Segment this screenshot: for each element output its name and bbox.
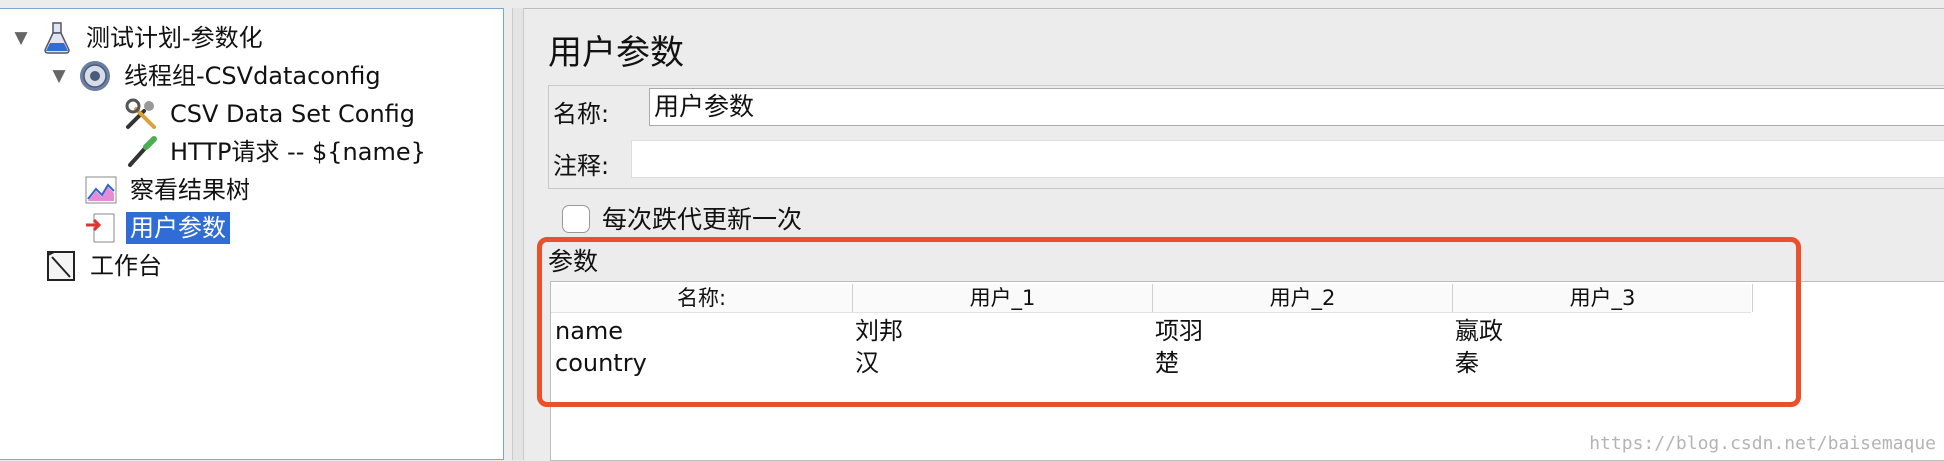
page-title: 用户参数 xyxy=(548,33,684,73)
params-table-header: 名称: 用户_1 用户_2 用户_3 xyxy=(551,284,1753,313)
split-pane-divider[interactable] xyxy=(512,8,524,460)
table-cell[interactable]: 楚 xyxy=(1155,348,1179,378)
table-cell[interactable]: 嬴政 xyxy=(1455,316,1503,346)
table-cell[interactable]: 秦 xyxy=(1455,348,1479,378)
tree-node-label-selected: 用户参数 xyxy=(126,212,230,244)
test-plan-tree[interactable]: ▼ 测试计划-参数化 ▼ 线程组-CSVdataconfig CSV Data … xyxy=(0,8,504,460)
tree-node-user-params[interactable]: 用户参数 xyxy=(84,211,230,245)
chart-icon xyxy=(84,173,118,207)
tree-node-csv-config[interactable]: CSV Data Set Config xyxy=(124,97,419,131)
tree-node-label: 测试计划-参数化 xyxy=(86,24,263,52)
user-params-panel: 用户参数 名称: 用户参数 注释: 每次跌代更新一次 参数 名称: 用户_1 用… xyxy=(524,8,1944,461)
tree-node-thread-group[interactable]: ▼ 线程组-CSVdataconfig xyxy=(50,59,385,93)
tree-node-http-request[interactable]: HTTP请求 -- ${name} xyxy=(124,135,430,169)
column-header-user-1[interactable]: 用户_1 xyxy=(853,284,1153,312)
table-cell[interactable]: 汉 xyxy=(855,348,879,378)
update-once-checkbox[interactable] xyxy=(562,205,590,233)
column-header-user-3[interactable]: 用户_3 xyxy=(1453,284,1753,312)
comment-label: 注释: xyxy=(553,152,610,180)
name-label: 名称: xyxy=(553,100,610,128)
watermark: https://blog.csdn.net/baisemaque xyxy=(1589,433,1936,454)
tree-node-label: HTTP请求 -- ${name} xyxy=(170,138,426,166)
workbench-icon xyxy=(44,249,78,283)
expand-toggle-icon[interactable]: ▼ xyxy=(12,28,30,48)
tools-icon xyxy=(124,97,158,131)
table-cell[interactable]: country xyxy=(555,348,647,378)
table-cell[interactable]: name xyxy=(555,316,623,346)
column-header-user-2[interactable]: 用户_2 xyxy=(1153,284,1453,312)
tree-node-label: 线程组-CSVdataconfig xyxy=(124,62,381,90)
tree-node-label: 察看结果树 xyxy=(130,176,250,204)
tree-node-label: 工作台 xyxy=(90,252,162,280)
params-section-title: 参数 xyxy=(548,247,599,276)
update-once-label: 每次跌代更新一次 xyxy=(602,205,803,234)
tree-node-test-plan[interactable]: ▼ 测试计划-参数化 xyxy=(12,21,267,55)
tree-node-view-results[interactable]: 察看结果树 xyxy=(84,173,254,207)
flask-icon xyxy=(40,21,74,55)
expand-toggle-icon[interactable]: ▼ xyxy=(50,66,68,86)
tree-node-label: CSV Data Set Config xyxy=(170,100,416,128)
table-cell[interactable]: 项羽 xyxy=(1155,316,1203,346)
gear-icon xyxy=(78,59,112,93)
table-cell[interactable]: 刘邦 xyxy=(855,316,903,346)
user-params-icon xyxy=(84,211,118,245)
name-input[interactable]: 用户参数 xyxy=(649,88,1944,126)
comment-input[interactable] xyxy=(631,140,1944,178)
name-comment-box: 名称: 用户参数 注释: xyxy=(548,85,1944,189)
pipette-icon xyxy=(124,135,158,169)
tree-node-workbench[interactable]: 工作台 xyxy=(44,249,166,283)
column-header-name[interactable]: 名称: xyxy=(551,284,853,312)
